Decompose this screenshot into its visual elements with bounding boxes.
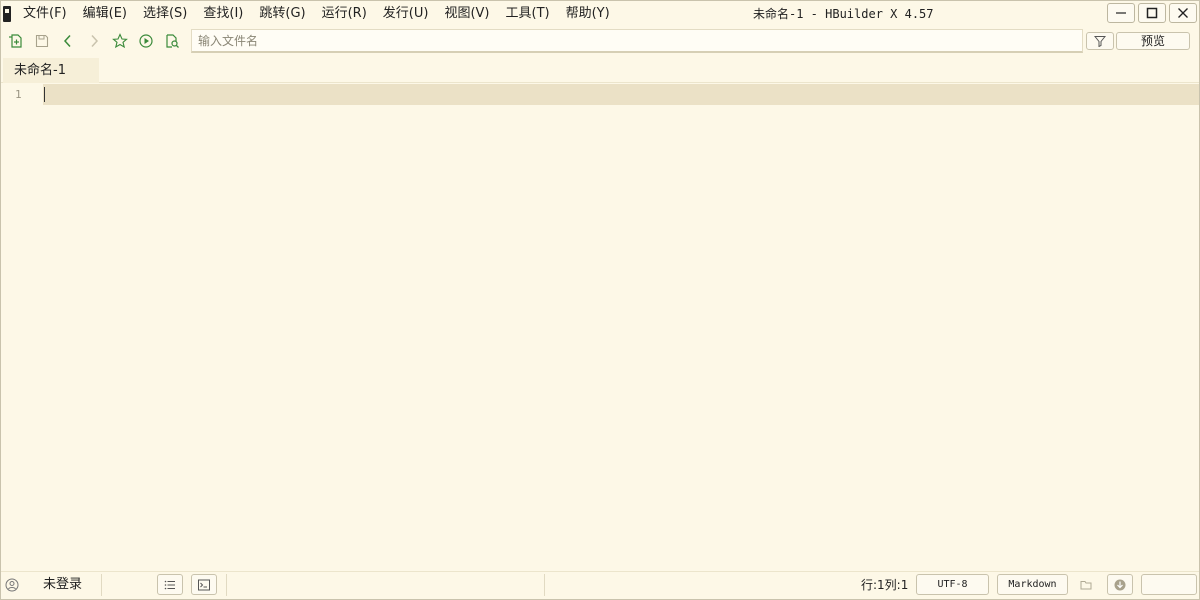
browser-preview-button[interactable] [159, 29, 185, 53]
menu-find[interactable]: 查找(I) [195, 3, 251, 25]
encoding-selector[interactable]: UTF-8 [916, 574, 989, 595]
run-icon [139, 34, 153, 48]
language-mode-selector[interactable]: Markdown [997, 574, 1068, 595]
close-icon [1178, 8, 1188, 18]
toolbar: 预览 [1, 28, 1199, 54]
status-bar: 未登录 行:1列:1 UTF-8 Markdown [1, 571, 1199, 599]
close-button[interactable] [1169, 3, 1197, 23]
menu-publish[interactable]: 发行(U) [375, 3, 437, 25]
download-button[interactable] [1107, 574, 1133, 595]
list-icon [164, 580, 175, 589]
menu-file[interactable]: 文件(F) [15, 3, 75, 25]
user-icon[interactable] [5, 578, 19, 592]
menu-select[interactable]: 选择(S) [135, 3, 195, 25]
filter-icon [1094, 36, 1106, 47]
title-bar: 文件(F) 编辑(E) 选择(S) 查找(I) 跳转(G) 运行(R) 发行(U… [1, 1, 1199, 27]
new-file-icon [9, 34, 22, 48]
divider [226, 574, 227, 596]
menu-run[interactable]: 运行(R) [314, 3, 375, 25]
maximize-button[interactable] [1138, 3, 1166, 23]
login-status[interactable]: 未登录 [43, 572, 82, 598]
divider [544, 574, 545, 596]
file-name-input[interactable] [191, 29, 1083, 53]
divider [101, 574, 102, 596]
favorite-button[interactable] [107, 29, 133, 53]
status-extra-box[interactable] [1141, 574, 1197, 595]
preview-button[interactable]: 预览 [1116, 32, 1190, 50]
cursor-position[interactable]: 行:1列:1 [861, 572, 908, 598]
maximize-icon [1146, 7, 1158, 19]
menu-help[interactable]: 帮助(Y) [558, 3, 618, 25]
tab-untitled-1[interactable]: 未命名-1 [3, 58, 99, 83]
back-button[interactable] [55, 29, 81, 53]
outline-button[interactable] [157, 574, 183, 595]
new-file-button[interactable] [3, 29, 29, 53]
menu-bar: 文件(F) 编辑(E) 选择(S) 查找(I) 跳转(G) 运行(R) 发行(U… [15, 3, 618, 25]
minimize-button[interactable] [1107, 3, 1135, 23]
hbuilder-logo-icon [3, 6, 11, 22]
menu-tools[interactable]: 工具(T) [498, 3, 558, 25]
text-caret [44, 87, 45, 102]
editor-tab-bar: 未命名-1 [1, 56, 1199, 83]
terminal-icon [198, 579, 210, 590]
save-icon [35, 34, 49, 48]
line-number: 1 [15, 88, 22, 101]
forward-icon [91, 34, 99, 48]
forward-button[interactable] [81, 29, 107, 53]
back-icon [63, 34, 71, 48]
window-title: 未命名-1 - HBuilder X 4.57 [753, 7, 934, 21]
folder-icon[interactable] [1079, 578, 1093, 592]
current-line-highlight[interactable] [43, 84, 1199, 105]
save-button[interactable] [29, 29, 55, 53]
menu-edit[interactable]: 编辑(E) [75, 3, 135, 25]
star-icon [112, 33, 128, 49]
download-icon [1114, 579, 1126, 590]
menu-goto[interactable]: 跳转(G) [251, 3, 313, 25]
browser-preview-icon [166, 34, 179, 48]
menu-view[interactable]: 视图(V) [436, 3, 497, 25]
terminal-button[interactable] [191, 574, 217, 595]
minimize-icon [1116, 12, 1126, 14]
filter-button[interactable] [1086, 32, 1114, 50]
hbuilder-window: 文件(F) 编辑(E) 选择(S) 查找(I) 跳转(G) 运行(R) 发行(U… [0, 0, 1200, 600]
code-editor[interactable]: 1 [1, 84, 1199, 570]
run-button[interactable] [133, 29, 159, 53]
